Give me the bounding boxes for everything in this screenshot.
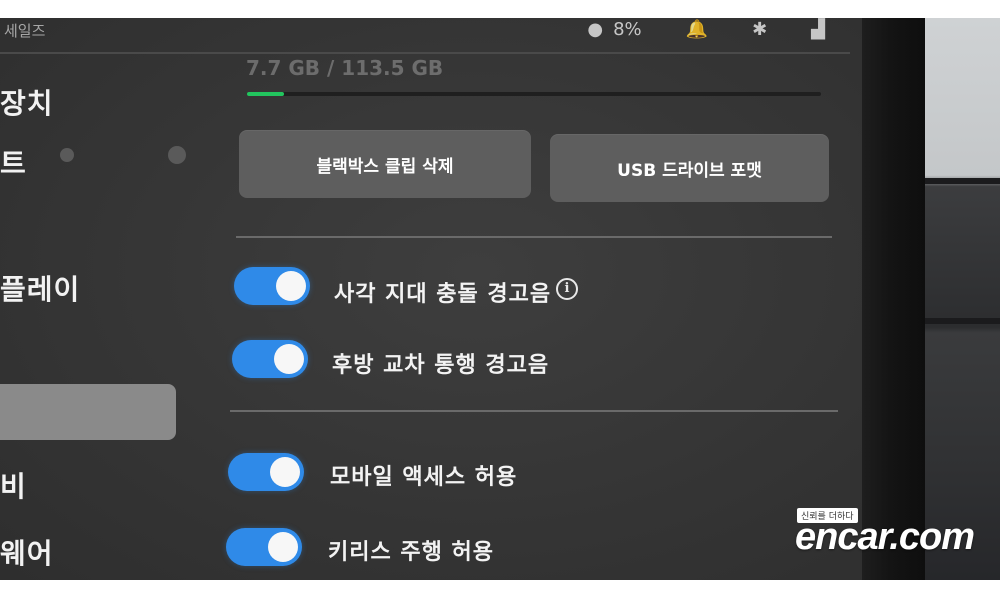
status-left-text: 세일즈 — [4, 22, 46, 40]
mobile-access-label: 모바일 액세스 허용 — [330, 465, 518, 490]
delete-dashcam-clips-button[interactable]: 블랙박스 클립 삭제 — [239, 130, 531, 198]
info-icon[interactable]: i — [556, 278, 578, 300]
format-usb-button[interactable]: USB 드라이브 포맷 — [550, 134, 829, 202]
interior-trim — [925, 318, 1000, 324]
keyless-driving-label: 키리스 주행 허용 — [328, 540, 494, 565]
toggle-knob — [270, 457, 300, 487]
keyless-driving-toggle[interactable] — [226, 528, 302, 566]
settings-screen: 세일즈 ● 8% 🔔 ✱ ▟ 장치 트 플레이 비 웨어 7.7 GB / 11… — [0, 18, 865, 580]
sidebar-item-selected[interactable] — [0, 384, 176, 440]
section-divider — [236, 236, 832, 238]
person-icon[interactable]: ● — [587, 18, 603, 42]
rear-cross-traffic-chime-toggle[interactable] — [232, 340, 308, 378]
status-bar: 세일즈 ● 8% 🔔 ✱ ▟ — [0, 18, 865, 54]
toggle-knob — [276, 271, 306, 301]
sidebar-item-display[interactable]: 플레이 — [0, 268, 80, 308]
toggle-knob — [268, 532, 298, 562]
blind-spot-chime-label: 사각 지대 충돌 경고음 — [334, 282, 552, 307]
section-divider — [230, 410, 838, 412]
interior-trim — [925, 178, 1000, 184]
sensor-dot — [168, 146, 186, 164]
battery-percent-text: 8% — [613, 19, 642, 40]
sidebar-item-device[interactable]: 장치 — [0, 82, 54, 122]
mobile-access-toggle[interactable] — [228, 453, 304, 491]
status-divider — [0, 52, 850, 54]
sidebar-item-software[interactable]: 웨어 — [0, 532, 54, 572]
camera-dot — [60, 148, 74, 162]
storage-progress-fill — [247, 92, 285, 96]
sidebar-item-service[interactable]: 비 — [0, 465, 27, 505]
storage-usage-text: 7.7 GB / 113.5 GB — [246, 56, 444, 80]
screen-bezel — [862, 18, 932, 580]
signal-icon: ▟ — [811, 19, 825, 40]
storage-progress-bar — [247, 92, 821, 96]
blind-spot-chime-toggle[interactable] — [234, 267, 310, 305]
photo-frame: 세일즈 ● 8% 🔔 ✱ ▟ 장치 트 플레이 비 웨어 7.7 GB / 11… — [0, 18, 1000, 580]
status-icons: ● 8% 🔔 ✱ ▟ — [587, 18, 825, 42]
watermark-logo: encar.com — [795, 516, 975, 558]
rear-cross-traffic-chime-label: 후방 교차 통행 경고음 — [332, 353, 550, 378]
toggle-knob — [274, 344, 304, 374]
sidebar-item-2[interactable]: 트 — [0, 142, 27, 182]
bluetooth-icon[interactable]: ✱ — [752, 18, 767, 42]
bell-icon[interactable]: 🔔 — [686, 18, 708, 42]
car-interior — [925, 18, 1000, 580]
